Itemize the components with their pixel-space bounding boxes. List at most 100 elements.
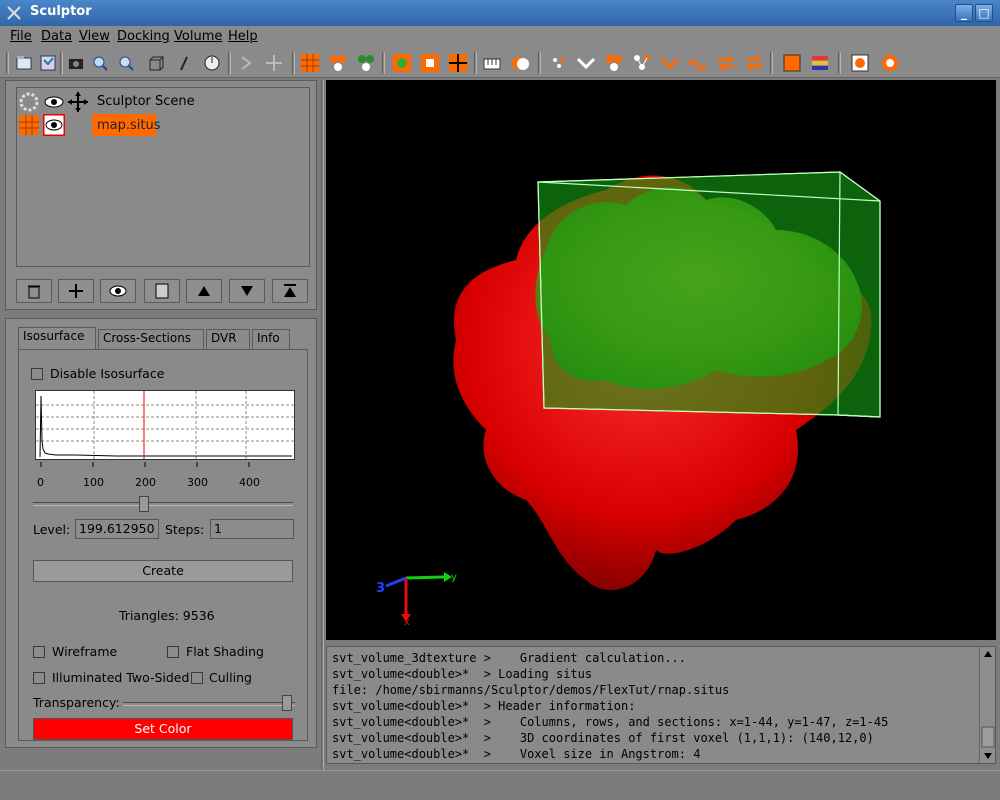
move-down-button[interactable] — [229, 279, 265, 303]
menu-volume[interactable]: Volume — [174, 29, 222, 44]
tab-cross-sections[interactable]: Cross-Sections — [98, 329, 204, 349]
check-icon[interactable] — [574, 51, 598, 75]
bounding-box — [537, 171, 881, 418]
down-icon — [241, 286, 253, 296]
transparency-slider-thumb[interactable] — [281, 695, 292, 711]
move-top-button[interactable] — [272, 279, 308, 303]
tri-atom-icon[interactable] — [602, 51, 626, 75]
move-button[interactable] — [58, 279, 94, 303]
layers-icon[interactable] — [808, 51, 832, 75]
x-axis-label: x — [404, 617, 410, 628]
title-bar[interactable]: Sculptor _ □ — [0, 0, 1000, 26]
delete-button[interactable] — [16, 279, 52, 303]
tri-atom-2-icon[interactable] — [630, 51, 654, 75]
swap2-icon[interactable] — [742, 51, 766, 75]
visibility-button[interactable] — [100, 279, 136, 303]
axis-gizmo — [385, 572, 452, 622]
wave-icon[interactable] — [686, 51, 710, 75]
grid-dot-icon[interactable] — [390, 51, 414, 75]
tree-item-map[interactable]: map.situs — [17, 114, 307, 138]
triangles-count: Triangles: 9536 — [119, 608, 215, 623]
rotate-icon[interactable] — [234, 51, 258, 75]
log-line: svt_volume<double>* > Header information… — [332, 699, 636, 713]
piano-icon[interactable] — [480, 51, 504, 75]
molecule-green-icon[interactable] — [354, 51, 378, 75]
tab-isosurface[interactable]: Isosurface — [18, 327, 96, 349]
save-icon[interactable] — [36, 51, 60, 75]
eye-icon[interactable] — [43, 91, 65, 113]
square-icon[interactable] — [780, 51, 804, 75]
move-icon[interactable] — [262, 51, 286, 75]
culling-label: Culling — [209, 670, 252, 685]
scrollbar-arrows — [981, 651, 995, 759]
set-color-button[interactable]: Set Color — [33, 718, 293, 740]
scene-panel: Sculptor Scene map.situs — [5, 80, 317, 310]
swap-icon[interactable] — [714, 51, 738, 75]
3d-viewport[interactable]: y x 3 — [326, 80, 996, 640]
steps-field[interactable]: 1 — [210, 519, 294, 539]
minimize-button[interactable]: _ — [955, 4, 973, 22]
wireframe-checkbox[interactable] — [33, 646, 45, 658]
scene-gear-icon — [19, 92, 39, 112]
molecule-icon[interactable] — [326, 51, 350, 75]
trash-icon — [28, 285, 40, 299]
illuminated-two-sided-checkbox[interactable] — [33, 672, 45, 684]
dots-icon[interactable] — [548, 51, 572, 75]
tree-item-label: Sculptor Scene — [97, 94, 195, 109]
transparency-label: Transparency: — [33, 695, 120, 710]
level-slider-track[interactable] — [33, 502, 293, 506]
pen-icon[interactable] — [172, 51, 196, 75]
disable-isosurface-checkbox[interactable] — [31, 368, 43, 380]
open-icon[interactable] — [12, 51, 36, 75]
menu-docking[interactable]: Docking — [117, 29, 170, 44]
hist-tick-200: 200 — [135, 476, 156, 489]
menu-file[interactable]: File — [10, 29, 32, 44]
log-line: file: /home/sbirmanns/Sculptor/demos/Fle… — [332, 683, 730, 697]
toolbar-separator — [60, 52, 63, 74]
console-scrollbar[interactable] — [979, 647, 995, 763]
menu-view[interactable]: View — [79, 29, 110, 44]
crosshair-icon[interactable] — [446, 51, 470, 75]
screenshot-icon[interactable] — [64, 51, 88, 75]
isosurface-tab-content: Disable Isosurface 0 100 200 300 400 Lev… — [18, 349, 308, 741]
level-field[interactable]: 199.612950 — [75, 519, 159, 539]
transparency-slider-track[interactable] — [123, 702, 295, 706]
app-window: Sculptor _ □ File Data View Docking Volu… — [0, 0, 1000, 800]
hist-tick-400: 400 — [239, 476, 260, 489]
histogram[interactable] — [35, 390, 295, 460]
zoom-out-icon[interactable] — [114, 51, 138, 75]
log-line: svt_volume<double>* > Loading situs — [332, 667, 593, 681]
move-up-button[interactable] — [186, 279, 222, 303]
toolbar-separator — [474, 52, 477, 74]
splitter[interactable] — [321, 80, 324, 770]
y-axis-label: y — [451, 572, 457, 583]
maximize-button[interactable]: □ — [975, 4, 993, 22]
create-button[interactable]: Create — [33, 560, 293, 582]
y-axis — [405, 575, 445, 580]
zoom-in-icon[interactable] — [88, 51, 112, 75]
menu-data[interactable]: Data — [41, 29, 72, 44]
z-axis — [385, 576, 407, 588]
console-log[interactable]: svt_volume_3dtexture > Gradient calculat… — [326, 646, 996, 764]
menu-help[interactable]: Help — [228, 29, 258, 44]
gear-icon[interactable] — [848, 51, 872, 75]
tab-dvr[interactable]: DVR — [206, 329, 250, 349]
level-slider-thumb[interactable] — [139, 496, 149, 512]
tab-info[interactable]: Info — [252, 329, 290, 349]
grid-icon[interactable] — [298, 51, 322, 75]
gear2-icon[interactable] — [878, 51, 902, 75]
eye-icon[interactable] — [43, 114, 65, 136]
tree-item-scene[interactable]: Sculptor Scene — [17, 90, 307, 114]
hist-tick-0: 0 — [37, 476, 44, 489]
move-icon[interactable] — [67, 91, 89, 113]
grid-select-icon[interactable] — [418, 51, 442, 75]
flat-shading-checkbox[interactable] — [167, 646, 179, 658]
eye-icon — [109, 285, 127, 297]
toolbar-handle[interactable] — [6, 52, 9, 74]
clock-icon[interactable] — [200, 51, 224, 75]
culling-checkbox[interactable] — [191, 672, 203, 684]
properties-button[interactable] — [144, 279, 180, 303]
box-icon[interactable] — [144, 51, 168, 75]
check2-icon[interactable] — [658, 51, 682, 75]
pie-icon[interactable] — [508, 51, 532, 75]
